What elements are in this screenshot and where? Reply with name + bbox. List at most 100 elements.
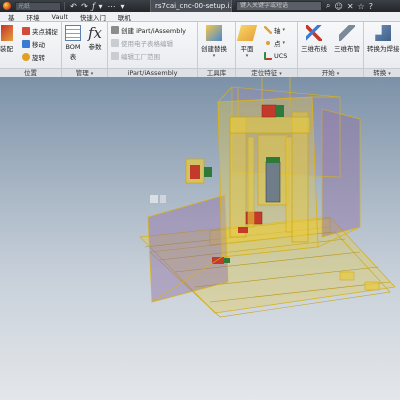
create-substitute-label: 创建替换	[201, 45, 227, 53]
plane-label: 平面	[240, 45, 254, 53]
x-axis-motor-end	[204, 167, 212, 177]
create-substitute-button[interactable]: 创建替换 ▾	[201, 25, 227, 59]
grip-snap-icon	[22, 27, 30, 35]
help-icon[interactable]: ?	[369, 2, 373, 11]
z-axis-motor	[261, 104, 277, 118]
base-motor	[212, 257, 224, 264]
selection-marker	[150, 195, 158, 203]
substitute-icon	[206, 25, 222, 41]
tube-route-icon	[339, 25, 355, 41]
start-panel: 三维布线 三维布管 开始 ▾	[298, 22, 364, 77]
rotate-label: 旋转	[32, 54, 45, 62]
plane-button[interactable]: 平面 ▾	[236, 25, 258, 59]
grip-snap-button[interactable]: 夹点捕捉	[22, 26, 58, 36]
tube-3d-label: 三维布管	[334, 45, 360, 53]
move-icon	[22, 40, 30, 48]
cable-route-icon	[306, 25, 322, 41]
frame-edge	[217, 86, 233, 103]
place-label: 装配	[0, 45, 13, 53]
manage-panel-label[interactable]: 管理 ▾	[62, 68, 107, 77]
x-axis-motor-body	[190, 165, 200, 179]
workfeature-panel-label-text: 定位特征	[251, 69, 278, 77]
gantry-column-left	[229, 116, 247, 238]
tab-online[interactable]: 联机	[112, 12, 137, 22]
parameters-button[interactable]: fx 参数	[88, 25, 102, 51]
help-search-input[interactable]: 键入关键字或短语	[236, 1, 322, 11]
ucs-button[interactable]: UCS	[264, 51, 287, 61]
axis-dropdown-icon: ▾	[282, 27, 286, 33]
point-label: 点	[274, 40, 281, 48]
convert-panel: 转换为焊接 转换 ▾	[364, 22, 400, 77]
spindle-motor-cap	[266, 157, 280, 163]
edit-factory-scope-button[interactable]: 编辑工厂范围	[111, 51, 160, 61]
axis-label: 轴	[274, 27, 281, 35]
spindle-motor	[265, 161, 281, 203]
use-spreadsheet-label: 使用电子表格编辑	[121, 40, 173, 48]
app-menu-icon[interactable]	[3, 2, 11, 10]
cnc-assembly-model[interactable]	[0, 77, 400, 400]
ribbon: 装配 夹点捕捉 移动 旋转 位置 BOM 表 fx 参数 管理 ▾ 创建 iPa…	[0, 22, 400, 77]
plane-icon	[236, 25, 258, 41]
bom-sublabel: 表	[69, 53, 77, 61]
separator	[64, 2, 65, 10]
place-button[interactable]: 装配	[0, 25, 13, 53]
star-icon[interactable]: ☆	[358, 2, 365, 11]
parameters-label: 参数	[88, 43, 102, 51]
place-icon	[0, 25, 13, 41]
convert-panel-label-text: 转换	[373, 69, 387, 77]
route-3d-button[interactable]: 三维布线	[301, 25, 327, 53]
small-bracket	[339, 271, 355, 281]
small-bracket	[364, 281, 380, 291]
convert-weld-button[interactable]: 转换为焊接	[367, 25, 400, 53]
manage-panel: BOM 表 fx 参数 管理 ▾	[62, 22, 108, 77]
ipart-panel-label: iPart/iAssembly	[108, 68, 197, 77]
quick-access-more-icon[interactable]: ⋯	[106, 1, 117, 11]
workfeature-panel-label[interactable]: 定位特征 ▾	[236, 68, 297, 77]
undo-icon[interactable]: ↶	[68, 1, 79, 11]
tab-environment[interactable]: 环境	[21, 12, 46, 22]
quick-access-input[interactable]: 光纸	[15, 1, 61, 11]
quick-access-arrow-icon[interactable]: ▾	[117, 1, 128, 11]
create-ipart-label: 创建 iPart/iAssembly	[121, 27, 187, 35]
plane-dropdown-icon: ▾	[245, 53, 249, 59]
grip-snap-label: 夹点捕捉	[32, 28, 58, 36]
move-button[interactable]: 移动	[22, 39, 45, 49]
axis-button[interactable]: 轴 ▾	[264, 25, 285, 35]
convert-weld-label: 转换为焊接	[367, 45, 400, 53]
exchange-icon[interactable]: ✕	[347, 2, 354, 11]
point-icon	[264, 39, 272, 47]
convert-panel-label[interactable]: 转换 ▾	[364, 68, 400, 77]
graphics-viewport[interactable]	[0, 77, 400, 400]
user-icon[interactable]: ☺	[334, 2, 342, 11]
rotate-icon	[22, 53, 30, 61]
bom-label: BOM	[65, 43, 81, 51]
ipart-panel: 创建 iPart/iAssembly 使用电子表格编辑 编辑工厂范围 iPart…	[108, 22, 198, 77]
factory-icon	[111, 52, 119, 60]
bom-button[interactable]: BOM 表	[65, 25, 81, 61]
start-panel-label-text: 开始	[321, 69, 335, 77]
use-spreadsheet-button[interactable]: 使用电子表格编辑	[111, 38, 173, 48]
tube-3d-button[interactable]: 三维布管	[334, 25, 360, 53]
manage-panel-label-text: 管理	[75, 69, 89, 77]
table-icon	[111, 26, 119, 34]
binoculars-icon[interactable]: ⌕	[326, 1, 330, 11]
tab-base[interactable]: 基	[2, 12, 21, 22]
spreadsheet-icon	[111, 39, 119, 47]
point-button[interactable]: 点 ▾	[264, 38, 285, 48]
redo-icon[interactable]: ↷	[79, 1, 90, 11]
ribbon-tab-bar: 基 环境 Vault 快速入门 联机	[0, 12, 400, 22]
document-title: rs7cai_cnc-00-setup.i...	[150, 0, 232, 12]
gantry-beam	[229, 116, 311, 134]
productivity-panel: 创建替换 ▾ 工具库	[198, 22, 236, 77]
limit-switch	[238, 227, 248, 233]
route-3d-label: 三维布线	[301, 45, 327, 53]
rotate-button[interactable]: 旋转	[22, 52, 45, 62]
dropdown-icon[interactable]: ▾	[95, 1, 106, 11]
tab-vault[interactable]: Vault	[46, 13, 74, 21]
parameters-fx-icon: fx	[88, 24, 103, 42]
position-panel: 装配 夹点捕捉 移动 旋转 位置	[0, 22, 62, 77]
create-ipart-button[interactable]: 创建 iPart/iAssembly	[111, 25, 186, 35]
axis-icon	[264, 26, 272, 34]
start-panel-label[interactable]: 开始 ▾	[298, 68, 363, 77]
tab-getting-started[interactable]: 快速入门	[74, 12, 112, 22]
